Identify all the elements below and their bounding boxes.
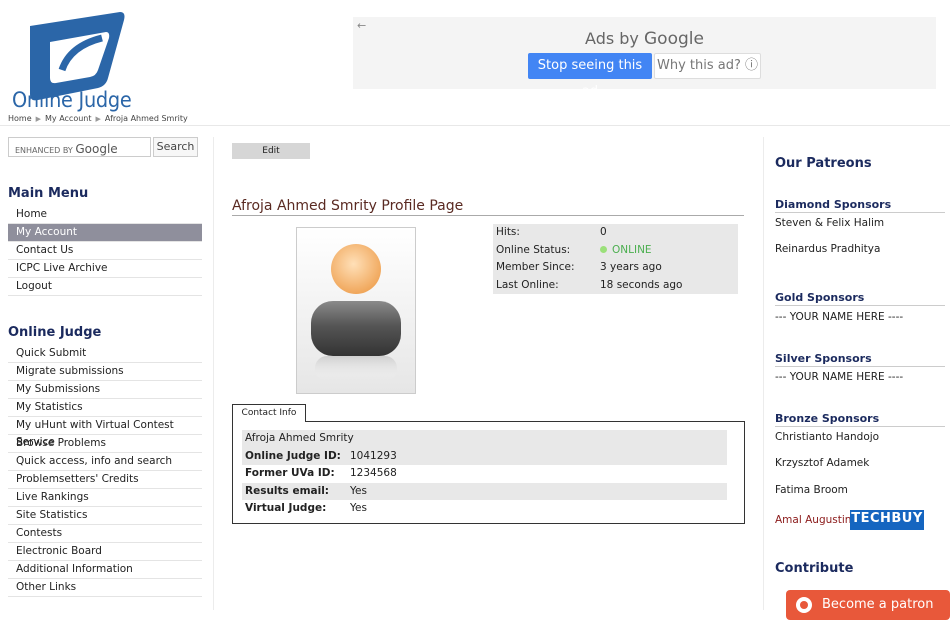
become-patron-button[interactable]: Become a patron [786,590,950,620]
contribute-title: Contribute [775,561,854,576]
breadcrumb-separator-icon: ▶ [95,115,101,123]
gold-placeholder: --- YOUR NAME HERE ---- [775,311,904,323]
menu-item-contests[interactable]: Contests [8,525,202,543]
menu-item-quick-access[interactable]: Quick access, info and search [8,453,202,471]
search-input[interactable]: ENHANCED BY Google [8,137,151,157]
contact-info-panel: Afroja Ahmed Smrity Online Judge ID: 1041… [232,421,745,524]
our-patreons-title: Our Patreons [775,156,872,171]
menu-item-browse-problems[interactable]: Browse Problems [8,435,202,453]
contact-row-virtual-judge: Virtual Judge: Yes [245,502,367,514]
menu-item-electronic-board[interactable]: Electronic Board [8,543,202,561]
menu-item-logout[interactable]: Logout [8,278,202,296]
menu-item-my-submissions[interactable]: My Submissions [8,381,202,399]
header-divider [0,125,950,126]
main-menu: Home My Account Contact Us ICPC Live Arc… [8,206,202,296]
patreon-icon [796,597,812,613]
breadcrumb-home[interactable]: Home [8,114,32,123]
profile-stats: Hits: 0 Online Status: ONLINE Member Since… [493,224,738,294]
edit-button[interactable]: Edit [232,143,310,159]
menu-item-additional-information[interactable]: Additional Information [8,561,202,579]
user-avatar-icon [311,244,401,381]
menu-item-site-statistics[interactable]: Site Statistics [8,507,202,525]
stop-seeing-ad-button[interactable]: Stop seeing this ad [528,53,652,99]
ads-by-google: Ads by Google [585,29,704,49]
sponsor-name: Steven & Felix Halim [775,217,885,229]
contact-row-oj-id: Online Judge ID: 1041293 [242,447,727,465]
search-button[interactable]: Search [153,137,198,157]
stat-row-online-status: Online Status: ONLINE [493,241,738,259]
sponsor-name: Krzysztof Adamek [775,457,870,469]
contact-name-row: Afroja Ahmed Smrity [242,430,727,448]
menu-item-quick-submit[interactable]: Quick Submit [8,345,202,363]
sponsor-name: Fatima Broom [775,484,848,496]
online-status-icon [600,246,607,253]
why-this-ad-button[interactable]: Why this ad? ⓘ [654,53,761,79]
contact-row-former-uva-id: Former UVa ID: 1234568 [245,467,397,479]
menu-item-contact-us[interactable]: Contact Us [8,242,202,260]
stat-row-last-online: Last Online: 18 seconds ago [493,276,738,294]
menu-item-my-uhunt[interactable]: My uHunt with Virtual Contest Service [8,417,202,448]
profile-title: Afroja Ahmed Smrity Profile Page [232,198,464,214]
breadcrumb-my-account[interactable]: My Account [45,114,91,123]
tab-contact-info[interactable]: Contact Info [232,404,306,422]
stat-row-hits: Hits: 0 [493,224,738,242]
online-judge-menu-title: Online Judge [8,325,102,340]
menu-item-my-account[interactable]: My Account [8,224,202,242]
avatar [296,227,416,394]
logo-text: Online Judge [12,88,132,112]
profile-title-underline [232,215,744,216]
stat-row-member-since: Member Since: 3 years ago [493,259,738,277]
menu-item-live-rankings[interactable]: Live Rankings [8,489,202,507]
breadcrumb-separator-icon: ▶ [35,115,42,123]
sponsor-name: Reinardus Pradhitya [775,243,881,255]
diamond-sponsors-title: Diamond Sponsors [775,198,945,213]
sponsor-name: Christianto Handojo [775,431,880,443]
breadcrumb-current: Afroja Ahmed Smrity [104,114,188,123]
left-column-divider [213,137,214,610]
silver-sponsors-title: Silver Sponsors [775,352,945,367]
contact-row-results-email: Results email: Yes [242,482,727,500]
silver-placeholder: --- YOUR NAME HERE ---- [775,371,904,383]
breadcrumb: Home ▶ My Account ▶ Afroja Ahmed Smrity [8,114,188,123]
main-menu-title: Main Menu [8,186,89,201]
gold-sponsors-title: Gold Sponsors [775,291,945,306]
bronze-sponsors-title: Bronze Sponsors [775,412,945,427]
right-column-divider [763,137,764,610]
techbuy-logo[interactable]: TECHBUY [850,510,924,530]
online-judge-menu: Quick Submit Migrate submissions My Subm… [8,345,202,597]
menu-item-home[interactable]: Home [8,206,202,224]
menu-item-other-links[interactable]: Other Links [8,579,202,597]
ad-banner: ← Ads by Google Stop seeing this ad Why … [353,17,936,99]
menu-item-my-statistics[interactable]: My Statistics [8,399,202,417]
menu-item-migrate-submissions[interactable]: Migrate submissions [8,363,202,381]
menu-item-icpc-live-archive[interactable]: ICPC Live Archive [8,260,202,278]
menu-item-problemsetters-credits[interactable]: Problemsetters' Credits [8,471,202,489]
sponsor-name-link[interactable]: Amal Augustine [775,514,858,526]
